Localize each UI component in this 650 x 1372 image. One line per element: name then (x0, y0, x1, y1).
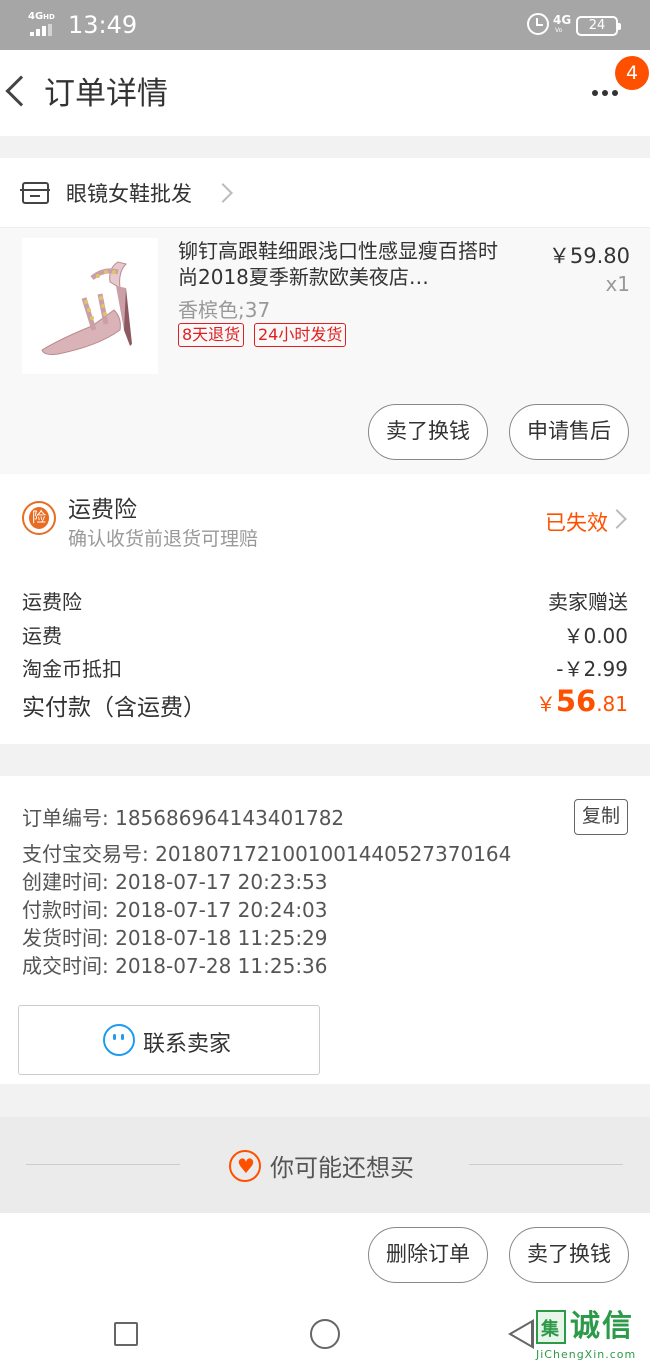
signal-icon (30, 24, 54, 36)
product-price: ￥59.80 (548, 244, 630, 268)
divider-line (26, 1164, 180, 1165)
fee-value: -￥2.99 (556, 657, 628, 681)
fee-value: 卖家赠送 (548, 590, 628, 614)
fee-row: 运费险 卖家赠送 (22, 586, 628, 615)
network-right-sub: Vo (555, 27, 563, 34)
fee-label: 运费险 (22, 590, 82, 614)
alipay-number: 支付宝交易号: 2018071721001001440527370164 (22, 842, 512, 866)
created-time: 创建时间: 2018-07-17 20:23:53 (22, 870, 328, 894)
chevron-right-icon (213, 183, 233, 203)
shoe-image (22, 238, 158, 374)
fee-value: ￥0.00 (563, 624, 628, 648)
network-indicator: 4GHD (28, 12, 55, 22)
resell-button[interactable]: 卖了换钱 (509, 1227, 629, 1283)
network-sup: HD (43, 13, 55, 21)
bottom-action-bar: 删除订单 卖了换钱 (0, 1213, 650, 1301)
tag-return-policy: 8天退货 (178, 323, 245, 347)
total-decimal: .81 (596, 692, 628, 716)
fee-row: 淘金币抵扣 -￥2.99 (22, 653, 628, 682)
resell-button[interactable]: 卖了换钱 (368, 404, 488, 460)
chat-icon (103, 1024, 135, 1056)
chevron-right-icon[interactable] (607, 509, 627, 529)
order-number: 订单编号: 1856869641434​01782 (22, 806, 345, 830)
home-icon[interactable] (310, 1319, 340, 1349)
insurance-title: 运费险 (68, 497, 137, 523)
shop-row[interactable]: 眼镜女鞋批发 (0, 158, 650, 228)
system-nav-bar: 集 诚信 JiChengXin.com (0, 1301, 650, 1372)
heart-icon (229, 1150, 261, 1182)
insurance-status[interactable]: 已失效 (545, 507, 608, 537)
copy-button[interactable]: 复制 (574, 799, 628, 835)
watermark-sub: JiChengXin.com (536, 1348, 637, 1361)
tag-shipping-policy: 24小时发货 (254, 323, 347, 347)
order-info-section: 订单编号: 1856869641434​01782 复制 支付宝交易号: 201… (0, 776, 650, 1084)
more-icon[interactable] (592, 88, 622, 100)
after-sale-button[interactable]: 申请售后 (509, 404, 629, 460)
insurance-icon-text: 险 (29, 507, 49, 529)
order-item-section: 眼镜女鞋批发 铆钉高跟鞋细跟浅口性感显瘦百搭时尚2018夏季新款欧美夜店… ￥5… (0, 158, 650, 474)
payment-section: 险 运费险 确认收货前退货可理赔 已失效 运费险 卖家赠送 运费 ￥0.00 淘… (0, 474, 650, 744)
total-currency: ￥ (535, 692, 556, 716)
recents-icon[interactable] (114, 1322, 138, 1346)
item-row[interactable]: 铆钉高跟鞋细跟浅口性感显瘦百搭时尚2018夏季新款欧美夜店… ￥59.80 x1… (0, 228, 650, 474)
product-image[interactable] (22, 238, 158, 374)
recommend-divider: 你可能还想买 (0, 1117, 650, 1213)
contact-seller-label: 联系卖家 (143, 1032, 232, 1057)
shop-name: 眼镜女鞋批发 (66, 182, 192, 206)
product-sku: 香槟色;37 (178, 298, 271, 322)
app-header: 订单详情 4 (0, 50, 650, 136)
watermark-logo: 集 诚信 JiChengXin.com (530, 1308, 648, 1370)
clock: 13:49 (68, 11, 138, 39)
shop-icon (20, 182, 50, 204)
watermark-text: 诚信 (570, 1309, 634, 1344)
back-icon[interactable] (5, 75, 37, 107)
delete-order-button[interactable]: 删除订单 (368, 1227, 488, 1283)
completed-time: 成交时间: 2018-07-28 11:25:36 (22, 954, 328, 978)
network-right-label: 4G (553, 13, 572, 27)
fee-label: 淘金币抵扣 (22, 657, 122, 681)
product-quantity: x1 (605, 272, 630, 296)
fee-row: 运费 ￥0.00 (22, 620, 628, 649)
watermark-box-char: 集 (541, 1319, 559, 1340)
total-row: 实付款（含运费） ￥56.81 (22, 684, 628, 722)
contact-seller-button[interactable]: 联系卖家 (18, 1005, 320, 1075)
page-title: 订单详情 (44, 76, 168, 112)
shipped-time: 发货时间: 2018-07-18 11:25:29 (22, 926, 328, 950)
product-title[interactable]: 铆钉高跟鞋细跟浅口性感显瘦百搭时尚2018夏季新款欧美夜店… (178, 238, 498, 290)
watermark-box: 集 (536, 1310, 566, 1344)
battery-icon: 24 (576, 16, 621, 36)
recommend-label: 你可能还想买 (270, 1154, 414, 1182)
notification-badge[interactable]: 4 (615, 56, 649, 90)
insurance-icon: 险 (22, 501, 56, 535)
paid-time: 付款时间: 2018-07-17 20:24:03 (22, 898, 328, 922)
insurance-subtitle: 确认收货前退货可理赔 (68, 528, 259, 550)
network-label: 4G (28, 11, 44, 22)
status-bar: 4GHD 13:49 4G Vo 24 (0, 0, 650, 50)
total-label: 实付款（含运费） (22, 695, 206, 721)
network-right: 4G Vo (553, 13, 572, 34)
total-integer: 56 (555, 684, 597, 718)
divider-line (469, 1164, 623, 1165)
alarm-icon (527, 13, 549, 35)
fee-label: 运费 (22, 624, 62, 648)
total-value: ￥56.81 (536, 684, 628, 718)
